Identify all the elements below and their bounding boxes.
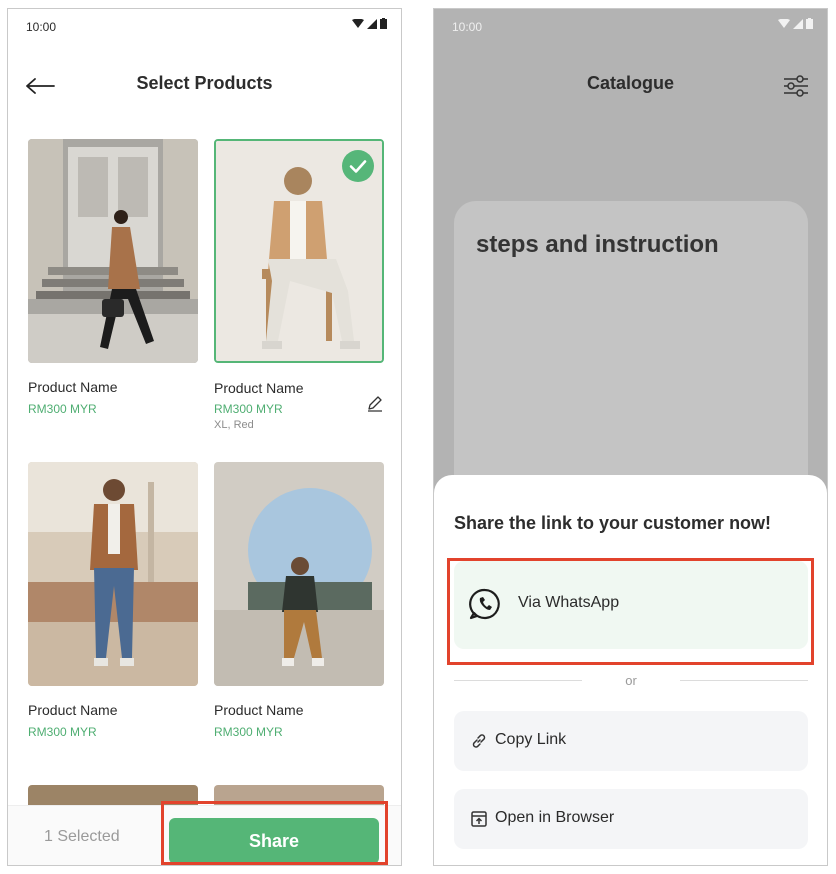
sheet-title: Share the link to your customer now!: [454, 513, 772, 533]
product-price: RM300 MYR: [214, 725, 283, 739]
share-button[interactable]: Share: [169, 818, 379, 864]
whatsapp-icon: [469, 588, 500, 620]
page-title: Catalogue: [586, 73, 674, 93]
catalogue-share-screen: 10:00 Catalogue steps and instruction Sh…: [433, 8, 828, 866]
wifi-icon: [778, 18, 790, 28]
share-bottom-sheet: Share the link to your customer now! Via…: [434, 475, 827, 865]
external-browser-icon: [471, 811, 487, 827]
copy-link-label: Copy Link: [495, 731, 567, 748]
product-name: Product Name: [28, 702, 118, 718]
open-in-browser-label: Open in Browser: [495, 809, 615, 826]
signal-icon: [367, 18, 377, 29]
selected-check-badge: [342, 150, 374, 182]
status-time: 10:00: [452, 20, 483, 34]
product-image[interactable]: [214, 139, 384, 363]
product-price: RM300 MYR: [214, 402, 283, 416]
battery-icon: [806, 18, 813, 29]
edit-pencil-icon[interactable]: [366, 395, 384, 413]
product-variant: XL, Red: [214, 419, 254, 431]
product-name: Product Name: [214, 380, 304, 396]
product-price: RM300 MYR: [28, 725, 97, 739]
product-image[interactable]: [214, 462, 384, 686]
status-time: 10:00: [26, 20, 57, 34]
battery-icon: [380, 18, 387, 29]
whatsapp-label: Via WhatsApp: [518, 594, 620, 611]
check-icon: [349, 160, 367, 173]
link-icon: [472, 734, 486, 748]
bottom-action-bar: 1 Selected Share: [8, 805, 401, 865]
product-image[interactable]: [28, 139, 198, 363]
open-in-browser-button[interactable]: Open in Browser: [454, 789, 808, 849]
instruction-card-text: steps and instruction: [476, 231, 719, 258]
copy-link-button[interactable]: Copy Link: [454, 711, 808, 771]
product-name: Product Name: [214, 702, 304, 718]
filter-sliders-icon[interactable]: [781, 71, 811, 101]
share-via-whatsapp-button[interactable]: Via WhatsApp: [454, 561, 808, 649]
product-name: Product Name: [28, 379, 118, 395]
select-products-screen: 10:00 Select Products Product Name RM300…: [7, 8, 402, 866]
wifi-icon: [352, 18, 364, 28]
app-bar: Catalogue: [434, 65, 827, 105]
signal-icon: [793, 18, 803, 29]
product-image[interactable]: [28, 462, 198, 686]
or-text: or: [625, 673, 637, 688]
status-bar: 10:00: [8, 9, 401, 43]
app-bar: Select Products: [8, 65, 401, 105]
page-title: Select Products: [136, 73, 273, 93]
or-divider: or: [454, 673, 808, 688]
status-bar: 10:00: [434, 9, 827, 43]
product-price: RM300 MYR: [28, 402, 97, 416]
selected-count: 1 Selected: [44, 828, 120, 845]
